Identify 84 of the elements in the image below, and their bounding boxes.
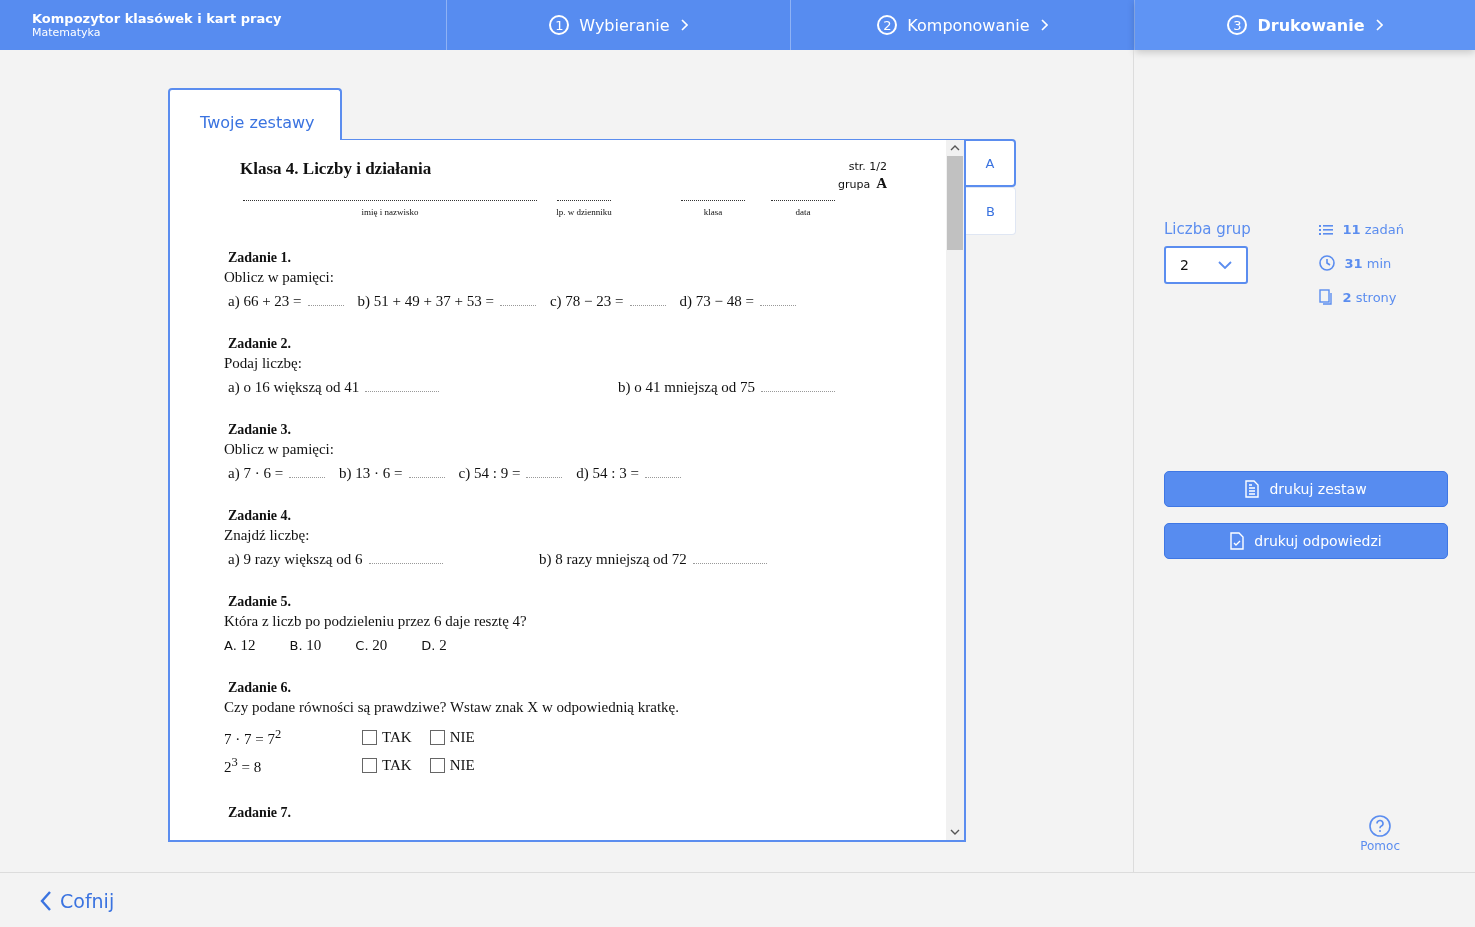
document-icon	[1245, 480, 1260, 498]
document-check-icon	[1230, 532, 1245, 550]
option-label: NIE	[449, 756, 475, 774]
clock-icon	[1318, 255, 1335, 271]
field-label: lp. w dzienniku	[556, 207, 612, 217]
group-tab[interactable]: A	[966, 139, 1016, 187]
answer-line	[289, 476, 326, 478]
answer-line	[759, 304, 796, 306]
option-label: TAK	[382, 728, 412, 746]
task-heading: Zadanie 4.	[227, 508, 292, 524]
checkbox[interactable]	[429, 757, 445, 773]
exercise-text: d) 73 − 48 =	[679, 293, 754, 310]
equation-text: 7 · 7 = 7$^{2}$	[224, 726, 283, 748]
task-prompt: Oblicz w pamięci:	[224, 441, 335, 458]
checkbox[interactable]	[429, 729, 445, 745]
answer-line	[408, 476, 445, 478]
list-icon	[1318, 223, 1333, 236]
exercise-text: a) o 16 większą od 41	[228, 379, 360, 396]
chevron-right-icon	[1039, 19, 1048, 31]
page-number: str. 1/2	[848, 160, 888, 173]
chevron-down-icon	[1218, 261, 1232, 269]
option-label: TAK	[382, 756, 412, 774]
answer-line	[307, 304, 344, 306]
answer-option: D. 2	[421, 637, 447, 654]
exercise-text: b) 13 · 6 =	[339, 465, 403, 482]
task-heading: Zadanie 6.	[227, 680, 292, 696]
task-prompt: Która z liczb po podzieleniu przez 6 daje resztę 4?	[224, 613, 528, 630]
scroll-thumb[interactable]	[947, 156, 963, 250]
field-label: data	[795, 207, 811, 217]
groups-label: Liczba grup	[1164, 220, 1251, 238]
task-heading: Zadanie 1.	[227, 250, 292, 266]
group-letter: A	[876, 175, 888, 191]
answer-option: A. 12	[224, 637, 256, 654]
chevron-left-icon	[40, 889, 52, 912]
task-prompt: Podaj liczbę:	[224, 355, 303, 372]
exercise-text: b) o 41 mniejszą od 75	[618, 379, 756, 396]
task-prompt: Czy podane równości są prawdziwe? Wstaw znak X w odpowiednią kratkę.	[224, 699, 680, 716]
step-tab[interactable]: 3 Drukowanie	[1135, 0, 1475, 50]
app-title: Kompozytor klasówek i kart pracy	[32, 11, 283, 26]
print-button[interactable]: drukuj odpowiedzi	[1164, 523, 1448, 559]
chevron-right-icon	[679, 19, 688, 31]
exercise-text: d) 54 : 3 =	[576, 465, 639, 482]
stat-text: 11 zadań	[1342, 222, 1404, 237]
exercise-text: c) 54 : 9 =	[458, 465, 521, 482]
help-button[interactable]: Pomoc	[1354, 814, 1406, 854]
groups-select[interactable]: 2	[1164, 246, 1248, 284]
chevron-right-icon	[1374, 19, 1383, 31]
answer-line	[644, 476, 681, 478]
field-label: imię i nazwisko	[361, 207, 419, 217]
worksheet-title: Klasa 4. Liczby i działania	[240, 158, 433, 180]
exercise-text: a) 66 + 23 =	[228, 293, 302, 310]
stat-text: 2 strony	[1342, 289, 1397, 305]
group-tab[interactable]: B	[966, 187, 1016, 235]
task-heading: Zadanie 7.	[227, 805, 292, 821]
task-heading: Zadanie 5.	[227, 594, 292, 610]
scroll-up-icon[interactable]	[950, 144, 960, 152]
answer-line	[526, 476, 563, 478]
stat-text: 31 min	[1344, 255, 1392, 271]
field-label: klasa	[703, 207, 723, 217]
group-label: grupa	[838, 178, 871, 191]
task-heading: Zadanie 2.	[227, 336, 292, 352]
exercise-text: b) 8 razy mniejszą od 72	[539, 551, 687, 568]
answer-line	[499, 304, 536, 306]
sets-tab[interactable]: Twoje zestawy	[168, 88, 342, 140]
exercise-text: b) 51 + 49 + 37 + 53 =	[357, 293, 494, 310]
pages-icon	[1318, 289, 1333, 305]
equation-text: 2$^{3}$ = 8	[224, 754, 263, 776]
answer-option: B. 10	[289, 637, 322, 654]
exercise-text: a) 7 · 6 =	[228, 465, 284, 482]
task-heading: Zadanie 3.	[227, 422, 292, 438]
exercise-text: a) 9 razy większą od 6	[228, 551, 363, 568]
back-button[interactable]: Cofnij	[34, 888, 121, 913]
task-prompt: Znajdź liczbę:	[224, 527, 311, 544]
checkbox[interactable]	[362, 729, 377, 745]
scroll-down-icon[interactable]	[950, 828, 960, 836]
option-label: NIE	[449, 728, 475, 746]
answer-line	[629, 304, 666, 306]
task-prompt: Oblicz w pamięci:	[224, 269, 335, 286]
print-button[interactable]: drukuj zestaw	[1164, 471, 1448, 507]
exercise-text: c) 78 − 23 =	[549, 293, 624, 310]
checkbox[interactable]	[362, 757, 377, 773]
help-icon	[1369, 815, 1392, 837]
app-subtitle: Matematyka	[32, 26, 102, 39]
answer-option: C. 20	[355, 637, 388, 654]
